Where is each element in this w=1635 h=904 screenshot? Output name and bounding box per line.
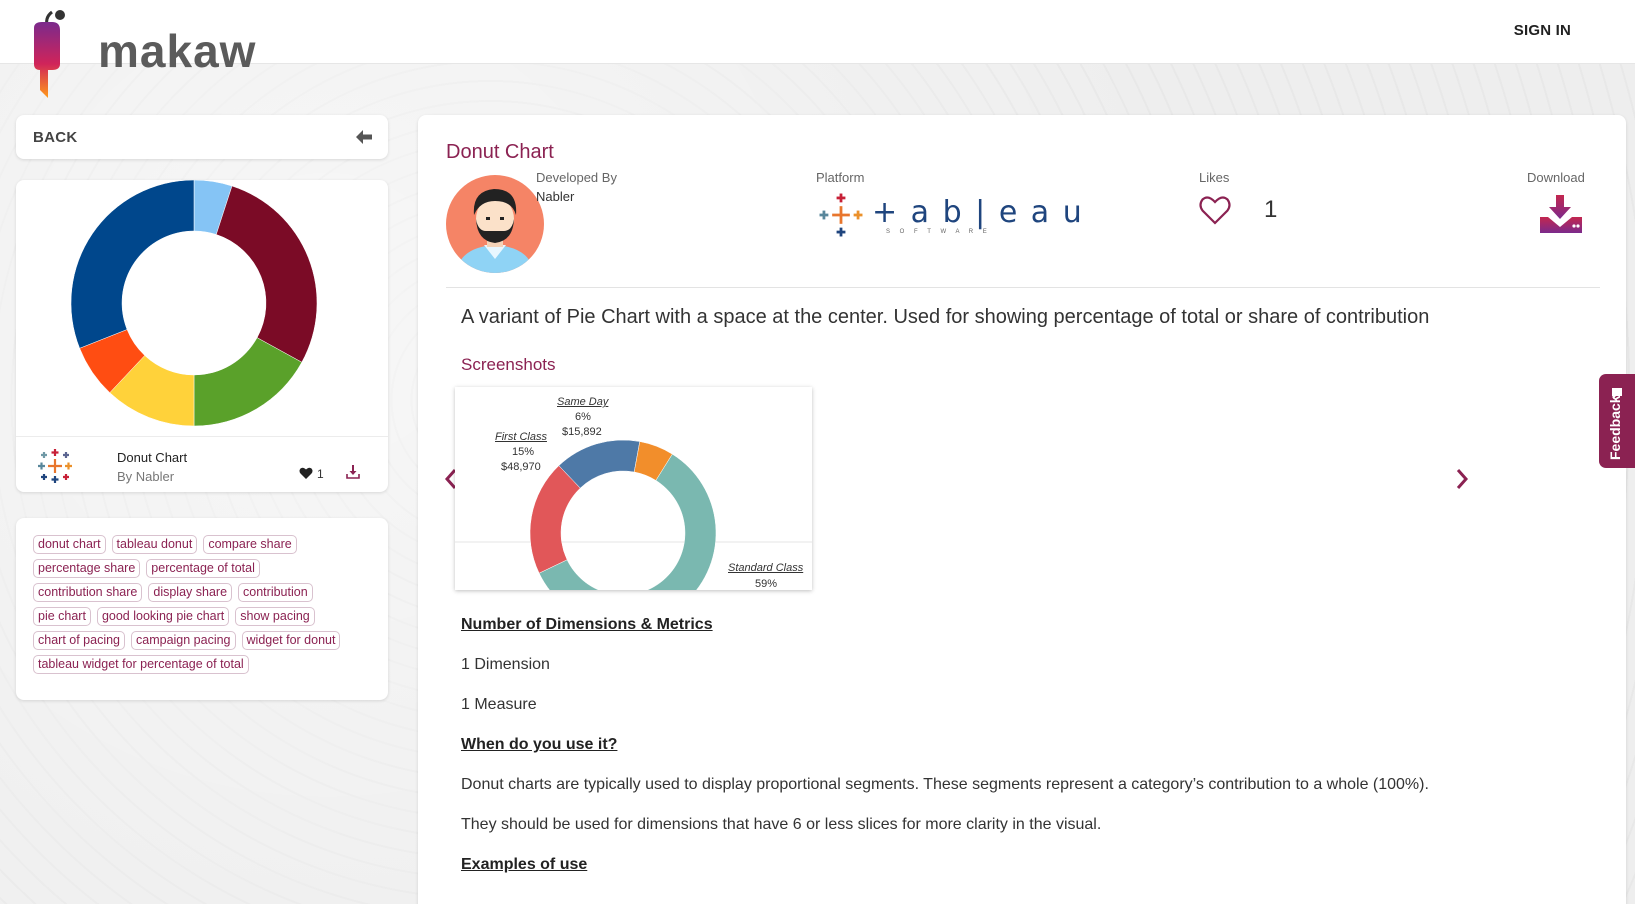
tag-chip[interactable]: tableau widget for percentage of total (33, 655, 249, 674)
likes-count: 1 (1264, 196, 1278, 223)
tag-chip[interactable]: widget for donut (241, 631, 341, 650)
measure-text: 1 Measure (461, 696, 537, 713)
tag-chip[interactable]: display share (148, 583, 233, 602)
tableau-logo-icon (819, 193, 863, 237)
tag-list: donut chart tableau donut compare share per… (33, 535, 363, 674)
card-author: By Nabler (117, 469, 175, 484)
tag-chip[interactable]: contribution (238, 583, 313, 602)
card-footer: Donut Chart By Nabler 1 (16, 436, 388, 492)
download-icon[interactable] (346, 464, 360, 480)
feedback-label: Feedback (1607, 395, 1623, 460)
main-panel: Donut Chart Developed By Nabler Platform (418, 115, 1626, 904)
developer-name[interactable]: Nabler (536, 189, 574, 204)
label-same-day: Same Day (557, 396, 609, 408)
developer-avatar (446, 175, 544, 273)
tag-chip[interactable]: percentage of total (146, 559, 260, 578)
label-first-class: First Class (495, 431, 547, 443)
makaw-logo-mark (34, 10, 65, 98)
when-heading: When do you use it? (461, 736, 618, 753)
tag-chip[interactable]: donut chart (33, 535, 106, 554)
label-first-class-pct: 15% (512, 446, 535, 458)
dimension-text: 1 Dimension (461, 656, 550, 673)
heart-icon[interactable] (299, 466, 313, 480)
card-donut-chart (70, 180, 318, 427)
logo-text: makaw (98, 25, 257, 77)
label-same-day-value: $15,892 (562, 426, 602, 438)
tag-chip[interactable]: campaign pacing (131, 631, 236, 650)
screenshots-heading: Screenshots (461, 355, 556, 374)
platform-label: Platform (816, 170, 865, 185)
tableau-wordmark-sub: S O F T W A R E (886, 229, 991, 235)
label-same-day-pct: 6% (575, 411, 591, 423)
tag-chip[interactable]: chart of pacing (33, 631, 125, 650)
label-standard-class-pct: 59% (755, 578, 778, 590)
heart-outline-icon[interactable] (1198, 194, 1232, 226)
download-large-icon[interactable] (1538, 193, 1584, 235)
page-title: Donut Chart (446, 141, 554, 163)
card-donut-slice-maroon (215, 185, 318, 363)
label-first-class-value: $48,970 (501, 461, 541, 473)
header-divider (446, 287, 1600, 288)
card-likes-count: 1 (317, 467, 324, 481)
shot-donut-slice-second-class (529, 465, 581, 574)
tag-chip[interactable]: show pacing (235, 607, 315, 626)
card-donut-slice-navy (70, 180, 195, 349)
screenshot-donut-chart (455, 439, 812, 590)
dimensions-heading: Number of Dimensions & Metrics (461, 616, 713, 633)
back-button[interactable]: BACK (16, 115, 388, 159)
chart-description: A variant of Pie Chart with a space at t… (461, 306, 1430, 328)
screenshot-thumbnail[interactable]: Same Day 6% $15,892 First Class 15% $48,… (455, 387, 812, 590)
makaw-logo[interactable]: makaw (30, 8, 255, 104)
when-text-2: They should be used for dimensions that … (461, 816, 1102, 833)
tableau-wordmark: + a b | e a u (872, 195, 1084, 230)
top-bar: makaw SIGN IN (0, 0, 1635, 98)
tag-chip[interactable]: pie chart (33, 607, 91, 626)
download-label: Download (1527, 170, 1585, 185)
tableau-icon (38, 449, 72, 483)
tag-chip[interactable]: percentage share (33, 559, 141, 578)
examples-heading: Examples of use (461, 856, 588, 873)
tag-chip[interactable]: good looking pie chart (96, 607, 230, 626)
tags-panel: donut chart tableau donut compare share per… (16, 518, 388, 700)
tableau-logo: + a b | e a u S O F T W A R E (816, 191, 1082, 241)
chevron-right-icon[interactable] (1453, 467, 1471, 491)
sign-in-link[interactable]: SIGN IN (1514, 22, 1571, 39)
tag-chip[interactable]: tableau donut (111, 535, 198, 554)
arrow-left-icon (356, 130, 372, 144)
tag-chip[interactable]: compare share (203, 535, 297, 554)
feedback-tab[interactable]: Feedback (1599, 374, 1635, 468)
developed-by-label: Developed By (536, 170, 617, 185)
label-standard-class: Standard Class (728, 562, 804, 574)
back-label: BACK (33, 129, 78, 146)
likes-label: Likes (1199, 170, 1230, 185)
when-text-1: Donut charts are typically used to displ… (461, 776, 1429, 793)
tag-chip[interactable]: contribution share (33, 583, 143, 602)
chart-card[interactable]: Donut Chart By Nabler 1 (16, 180, 388, 492)
card-title[interactable]: Donut Chart (117, 450, 187, 465)
